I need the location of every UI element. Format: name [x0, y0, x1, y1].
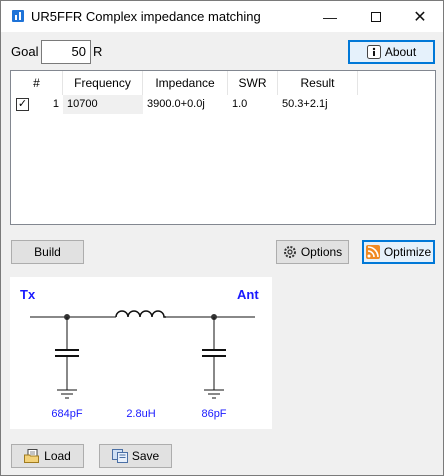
- gear-icon: [283, 246, 296, 258]
- results-table: # Frequency Impedance SWR Result ✓ 1 107…: [10, 70, 436, 225]
- goal-unit: R: [93, 44, 103, 59]
- col-header-index[interactable]: #: [11, 71, 63, 95]
- optimize-button[interactable]: Optimize: [362, 240, 435, 264]
- about-label: About: [384, 45, 417, 59]
- options-button[interactable]: Options: [276, 240, 349, 264]
- table-header: # Frequency Impedance SWR Result: [11, 71, 358, 95]
- load-label: Load: [44, 449, 71, 463]
- load-button[interactable]: Load: [11, 444, 84, 468]
- optimize-icon: [365, 245, 380, 259]
- minimize-icon: —: [323, 8, 337, 25]
- col-header-frequency[interactable]: Frequency: [63, 71, 143, 95]
- c2-value: 86pF: [201, 408, 227, 420]
- close-button[interactable]: ✕: [397, 1, 443, 32]
- row-index: 1: [52, 98, 59, 110]
- maximize-button[interactable]: [353, 1, 399, 32]
- capacitor-c1-symbol: [55, 314, 79, 399]
- app-icon: [12, 10, 24, 22]
- maximize-icon: [371, 11, 381, 22]
- build-button[interactable]: Build: [11, 240, 84, 264]
- cell-frequency[interactable]: 10700: [63, 95, 143, 114]
- info-icon: [366, 45, 381, 59]
- cell-index: ✓ 1: [11, 95, 63, 114]
- table-row[interactable]: ✓ 1 10700 3900.0+0.0j 1.0 50.3+2.1j: [11, 95, 358, 114]
- options-label: Options: [300, 245, 343, 259]
- cell-result[interactable]: 50.3+2.1j: [278, 95, 358, 114]
- schematic-diagram: [30, 310, 255, 399]
- close-icon: ✕: [413, 8, 427, 26]
- goal-label: Goal: [11, 44, 39, 59]
- minimize-button[interactable]: —: [307, 1, 353, 32]
- goal-input[interactable]: 50: [41, 40, 91, 64]
- title-bar: UR5FFR Complex impedance matching — ✕: [1, 1, 443, 32]
- col-header-impedance[interactable]: Impedance: [143, 71, 228, 95]
- col-header-result[interactable]: Result: [278, 71, 358, 95]
- row-checkbox[interactable]: ✓: [16, 98, 29, 111]
- c1-value: 684pF: [51, 408, 83, 420]
- save-button[interactable]: Save: [99, 444, 172, 468]
- about-button[interactable]: About: [348, 40, 435, 64]
- window-title: UR5FFR Complex impedance matching: [31, 9, 261, 24]
- col-header-swr[interactable]: SWR: [228, 71, 278, 95]
- cell-impedance[interactable]: 3900.0+0.0j: [143, 95, 228, 114]
- inductor-symbol: [115, 310, 166, 318]
- schematic-canvas: Tx Ant 684pF 2.8uH 86pF: [10, 277, 272, 429]
- save-label: Save: [131, 449, 160, 463]
- optimize-label: Optimize: [383, 245, 432, 259]
- capacitor-c2-symbol: [202, 314, 226, 399]
- cell-swr[interactable]: 1.0: [228, 95, 278, 114]
- load-icon: [24, 449, 40, 463]
- l1-value: 2.8uH: [126, 408, 156, 420]
- build-label: Build: [34, 245, 61, 259]
- app-window: UR5FFR Complex impedance matching — ✕ Go…: [0, 0, 444, 476]
- save-icon: [111, 449, 128, 463]
